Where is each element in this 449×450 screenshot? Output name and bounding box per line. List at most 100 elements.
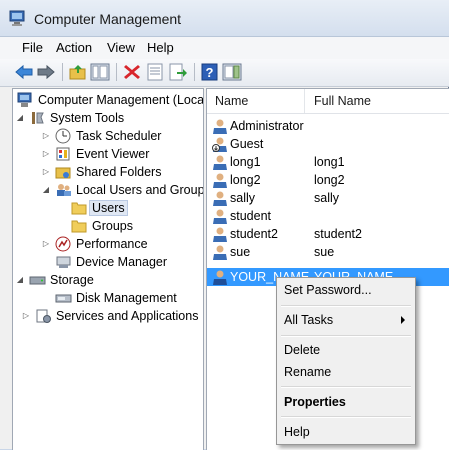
tree-item-task-scheduler[interactable]: ▷ Task Scheduler	[41, 127, 161, 145]
event-viewer-icon	[55, 146, 72, 162]
toolbar-separator	[194, 63, 195, 81]
list-item[interactable]: long2 long2	[207, 171, 449, 189]
menu-item-label: Delete	[284, 343, 321, 357]
tools-icon	[29, 110, 46, 126]
user-icon	[211, 190, 228, 206]
menu-item-label: Set Password...	[284, 283, 372, 297]
tree-item-local-users-groups[interactable]: ◢ Local Users and Groups	[41, 181, 204, 199]
toolbar-separator	[116, 63, 117, 81]
tree-item-computer-management[interactable]: Computer Management (Local	[17, 91, 204, 109]
list-item[interactable]: long1 long1	[207, 153, 449, 171]
tree-item-groups[interactable]: Groups	[71, 217, 133, 235]
computer-management-icon	[8, 10, 26, 26]
user-full-name: sally	[314, 191, 340, 205]
toolbar: ?	[0, 59, 449, 87]
menu-view[interactable]: View	[103, 40, 139, 55]
menu-item-help[interactable]: Help	[279, 422, 413, 442]
list-header: Name Full Name	[207, 89, 449, 114]
user-icon	[211, 172, 228, 188]
back-arrow-icon[interactable]	[14, 63, 34, 81]
user-name: sally	[230, 191, 256, 205]
device-manager-icon	[55, 254, 72, 270]
menu-item-all-tasks[interactable]: All Tasks	[279, 310, 413, 330]
properties-icon[interactable]	[145, 63, 165, 81]
menu-item-label: All Tasks	[284, 313, 334, 327]
user-icon	[211, 154, 228, 170]
list-item[interactable]: student	[207, 207, 449, 225]
folder-icon	[71, 218, 88, 234]
column-header-name[interactable]: Name	[215, 94, 248, 108]
user-name: student2	[230, 227, 278, 241]
tree-label: Device Manager	[76, 255, 168, 269]
menu-action[interactable]: Action	[52, 40, 96, 55]
tree-label: Storage	[50, 273, 94, 287]
expand-arrow-icon[interactable]: ▷	[41, 149, 51, 159]
performance-icon	[55, 236, 72, 252]
menu-file[interactable]: File	[18, 40, 47, 55]
list-item[interactable]: Guest	[207, 135, 449, 153]
tree-label: Services and Applications	[56, 309, 199, 323]
expand-arrow-icon[interactable]: ▷	[41, 167, 51, 177]
list-item[interactable]: sally sally	[207, 189, 449, 207]
tree-item-system-tools[interactable]: ◢ System Tools	[15, 109, 124, 127]
user-icon	[211, 244, 228, 260]
user-full-name: long1	[314, 155, 345, 169]
title-bar[interactable]: Computer Management	[0, 0, 449, 37]
tree-item-event-viewer[interactable]: ▷ Event Viewer	[41, 145, 150, 163]
menu-item-set-password[interactable]: Set Password...	[279, 280, 413, 300]
menu-bar: File Action View Help	[0, 37, 449, 59]
users-group-icon	[55, 182, 72, 198]
user-icon	[211, 226, 228, 242]
tree-item-shared-folders[interactable]: ▷ Shared Folders	[41, 163, 162, 181]
menu-item-rename[interactable]: Rename	[279, 362, 413, 382]
svg-text:?: ?	[206, 65, 214, 80]
menu-separator	[281, 416, 411, 418]
user-name: long2	[230, 173, 261, 187]
tree-item-services-applications[interactable]: ▷ Services and Applications	[21, 307, 198, 325]
user-full-name: sue	[314, 245, 335, 259]
column-divider[interactable]	[304, 89, 305, 113]
list-item[interactable]: sue sue	[207, 243, 449, 261]
menu-separator	[281, 305, 411, 307]
tree-label: Local Users and Groups	[76, 183, 204, 197]
submenu-arrow-icon	[401, 316, 405, 324]
tree-item-users[interactable]: Users	[71, 199, 128, 217]
tree-item-storage[interactable]: ◢ Storage	[15, 271, 94, 289]
user-name: student	[230, 209, 272, 223]
status-strip	[0, 430, 12, 449]
tree-item-performance[interactable]: ▷ Performance	[41, 235, 148, 253]
list-item[interactable]: student2 student2	[207, 225, 449, 243]
storage-icon	[29, 272, 46, 288]
menu-help[interactable]: Help	[143, 40, 178, 55]
show-hide-tree-icon[interactable]	[90, 63, 110, 81]
tree-label: Performance	[76, 237, 148, 251]
user-icon	[211, 269, 228, 285]
column-header-full-name[interactable]: Full Name	[314, 94, 371, 108]
show-action-pane-icon[interactable]	[222, 63, 242, 81]
collapse-arrow-icon[interactable]: ◢	[15, 275, 25, 285]
help-icon[interactable]: ?	[200, 63, 220, 81]
tree-label: Users	[89, 200, 128, 216]
up-folder-icon[interactable]	[68, 63, 88, 81]
collapse-arrow-icon[interactable]: ◢	[41, 185, 51, 195]
menu-separator	[281, 335, 411, 337]
menu-item-label: Rename	[284, 365, 332, 379]
folder-icon	[71, 200, 88, 216]
context-menu: Set Password... All Tasks Delete Rename …	[276, 277, 416, 445]
console-tree[interactable]: Computer Management (Local ◢ System Tool…	[12, 88, 204, 450]
menu-item-properties[interactable]: Properties	[279, 392, 413, 412]
expand-arrow-icon[interactable]: ▷	[21, 311, 31, 321]
menu-item-delete[interactable]: Delete	[279, 340, 413, 360]
tree-label: Task Scheduler	[76, 129, 162, 143]
tree-item-device-manager[interactable]: Device Manager	[55, 253, 167, 271]
tree-label: Groups	[92, 219, 133, 233]
tree-item-disk-management[interactable]: Disk Management	[55, 289, 177, 307]
export-list-icon[interactable]	[168, 63, 188, 81]
tree-label: Computer Management (Local	[38, 93, 204, 107]
list-item[interactable]: Administrator	[207, 117, 449, 135]
expand-arrow-icon[interactable]: ▷	[41, 239, 51, 249]
collapse-arrow-icon[interactable]: ◢	[15, 113, 25, 123]
delete-icon[interactable]	[122, 63, 142, 81]
expand-arrow-icon[interactable]: ▷	[41, 131, 51, 141]
forward-arrow-icon[interactable]	[36, 63, 56, 81]
